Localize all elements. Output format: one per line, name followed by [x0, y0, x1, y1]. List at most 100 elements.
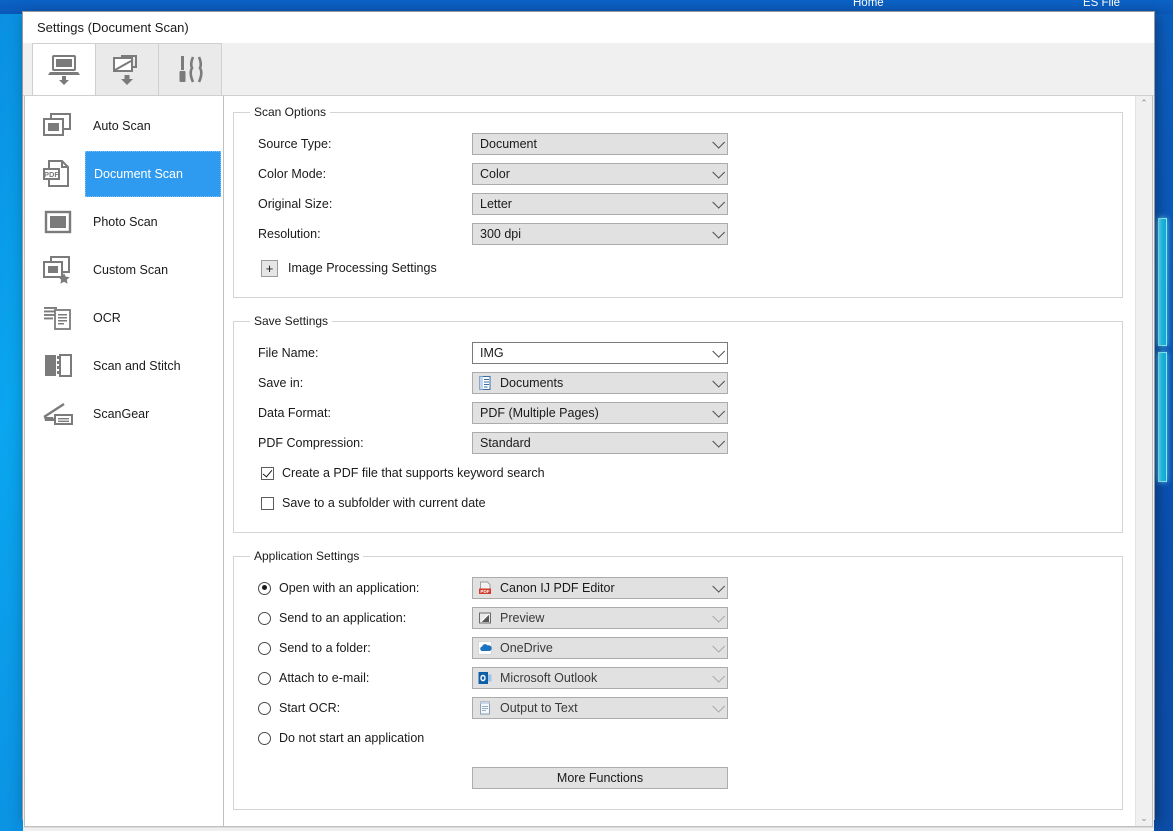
laptop-upload-icon — [47, 54, 81, 86]
chevron-down-icon — [712, 670, 725, 683]
onedrive-icon — [478, 641, 492, 655]
documents-download-icon — [110, 54, 144, 86]
file-name-label: File Name: — [248, 346, 472, 360]
keyword-search-label: Create a PDF file that supports keyword … — [282, 466, 545, 480]
chevron-down-icon — [712, 640, 725, 653]
subfolder-date-checkbox[interactable]: Save to a subfolder with current date — [248, 488, 1108, 518]
scan-from-operating-panel-tab[interactable] — [95, 43, 159, 95]
resolution-combo[interactable]: 300 dpi — [472, 223, 728, 245]
application-settings-group: Application Settings Open with an applic… — [233, 549, 1123, 810]
chevron-down-icon — [712, 610, 725, 623]
pdf-compression-row: PDF Compression: Standard — [248, 428, 1108, 458]
desktop-cyan-accent-lower — [1158, 352, 1167, 482]
pdf-document-icon: PDF — [31, 160, 85, 188]
save-settings-legend: Save Settings — [250, 314, 332, 328]
scangear-icon — [31, 402, 85, 426]
chevron-down-icon — [712, 136, 725, 149]
attach-to-email-radio[interactable]: Attach to e-mail: — [248, 671, 472, 685]
documents-folder-icon — [478, 376, 492, 390]
pdf-compression-combo[interactable]: Standard — [472, 432, 728, 454]
radio-unselected-icon — [258, 732, 271, 745]
sidebar-item-photo-scan[interactable]: Photo Scan — [25, 198, 223, 246]
scan-options-legend: Scan Options — [250, 105, 330, 119]
color-mode-combo[interactable]: Color — [472, 163, 728, 185]
vertical-scrollbar[interactable]: ⌃ ⌄ — [1135, 96, 1152, 826]
data-format-combo[interactable]: PDF (Multiple Pages) — [472, 402, 728, 424]
settings-scroll-pane: Scan Options Source Type: Document Color… — [224, 96, 1153, 827]
radio-unselected-icon — [258, 642, 271, 655]
start-ocr-radio[interactable]: Start OCR: — [248, 701, 472, 715]
ocr-text-icon — [31, 305, 85, 331]
file-name-row: File Name: IMG — [248, 338, 1108, 368]
resolution-label: Resolution: — [248, 227, 472, 241]
do-not-start-application-label: Do not start an application — [279, 731, 424, 745]
chevron-down-icon — [712, 435, 725, 448]
save-settings-group: Save Settings File Name: IMG Save in: — [233, 314, 1123, 533]
original-size-combo[interactable]: Letter — [472, 193, 728, 215]
scan-from-computer-tab[interactable] — [32, 43, 96, 95]
more-functions-button[interactable]: More Functions — [472, 767, 728, 789]
resolution-value: 300 dpi — [480, 227, 521, 241]
chevron-down-icon — [712, 375, 725, 388]
svg-text:PDF: PDF — [480, 589, 489, 594]
open-with-application-combo[interactable]: PDF Canon IJ PDF Editor — [472, 577, 728, 599]
chevron-down-icon — [712, 166, 725, 179]
open-with-application-value: Canon IJ PDF Editor — [500, 581, 615, 595]
start-ocr-row: Start OCR: Output to Text — [248, 693, 1108, 723]
sidebar-item-document-scan[interactable]: PDF Document Scan — [25, 150, 223, 198]
more-functions-row: More Functions — [248, 761, 1108, 795]
sidebar-item-auto-scan[interactable]: Auto Scan — [25, 102, 223, 150]
sidebar-item-label: OCR — [93, 311, 121, 325]
scan-options-group: Scan Options Source Type: Document Color… — [233, 105, 1123, 298]
attach-to-email-label: Attach to e-mail: — [279, 671, 369, 685]
image-processing-settings-label[interactable]: Image Processing Settings — [288, 261, 437, 275]
scroll-up-arrow-icon[interactable]: ⌃ — [1140, 99, 1148, 108]
keyword-search-checkbox[interactable]: Create a PDF file that supports keyword … — [248, 458, 1108, 488]
save-in-combo[interactable]: Documents — [472, 372, 728, 394]
file-name-input[interactable]: IMG — [480, 346, 504, 360]
scroll-down-arrow-icon[interactable]: ⌄ — [1140, 814, 1148, 823]
color-mode-value: Color — [480, 167, 510, 181]
expand-plus-icon[interactable]: + — [261, 260, 278, 277]
image-processing-settings-row: + Image Processing Settings — [248, 253, 1108, 283]
radio-unselected-icon — [258, 672, 271, 685]
photo-icon — [31, 209, 85, 235]
send-to-folder-combo[interactable]: OneDrive — [472, 637, 728, 659]
open-with-application-label: Open with an application: — [279, 581, 419, 595]
open-with-application-radio[interactable]: Open with an application: — [248, 581, 472, 595]
start-ocr-combo[interactable]: Output to Text — [472, 697, 728, 719]
save-in-label: Save in: — [248, 376, 472, 390]
chevron-down-icon — [712, 196, 725, 209]
outlook-icon — [478, 671, 492, 685]
radio-unselected-icon — [258, 612, 271, 625]
desktop-cyan-accent-upper — [1158, 218, 1167, 346]
sidebar-item-label: Scan and Stitch — [93, 359, 181, 373]
output-to-text-icon — [478, 701, 492, 715]
scan-mode-sidebar: Auto Scan PDF Document Scan — [24, 96, 224, 827]
send-to-application-radio[interactable]: Send to an application: — [248, 611, 472, 625]
source-type-row: Source Type: Document — [248, 129, 1108, 159]
sidebar-item-custom-scan[interactable]: Custom Scan — [25, 246, 223, 294]
subfolder-date-label: Save to a subfolder with current date — [282, 496, 486, 510]
sidebar-item-scangear[interactable]: ScanGear — [25, 390, 223, 438]
settings-dialog: Settings (Document Scan) — [22, 11, 1155, 820]
sidebar-item-scan-and-stitch[interactable]: Scan and Stitch — [25, 342, 223, 390]
sidebar-item-label: Document Scan — [94, 167, 183, 181]
send-to-folder-radio[interactable]: Send to a folder: — [248, 641, 472, 655]
original-size-label: Original Size: — [248, 197, 472, 211]
sidebar-item-label: Auto Scan — [93, 119, 151, 133]
save-in-value: Documents — [500, 376, 563, 390]
file-name-combo[interactable]: IMG — [472, 342, 728, 364]
pdf-compression-label: PDF Compression: — [248, 436, 472, 450]
source-type-combo[interactable]: Document — [472, 133, 728, 155]
desktop-label-esfile: ES File — [1083, 0, 1120, 9]
do-not-start-application-radio[interactable]: Do not start an application — [248, 731, 472, 745]
send-to-application-value: Preview — [500, 611, 544, 625]
chevron-down-icon — [712, 345, 725, 358]
sidebar-item-ocr[interactable]: OCR — [25, 294, 223, 342]
attach-to-email-combo[interactable]: Microsoft Outlook — [472, 667, 728, 689]
chevron-down-icon — [712, 226, 725, 239]
source-type-label: Source Type: — [248, 137, 472, 151]
send-to-application-combo[interactable]: Preview — [472, 607, 728, 629]
general-settings-tab[interactable] — [158, 43, 222, 95]
